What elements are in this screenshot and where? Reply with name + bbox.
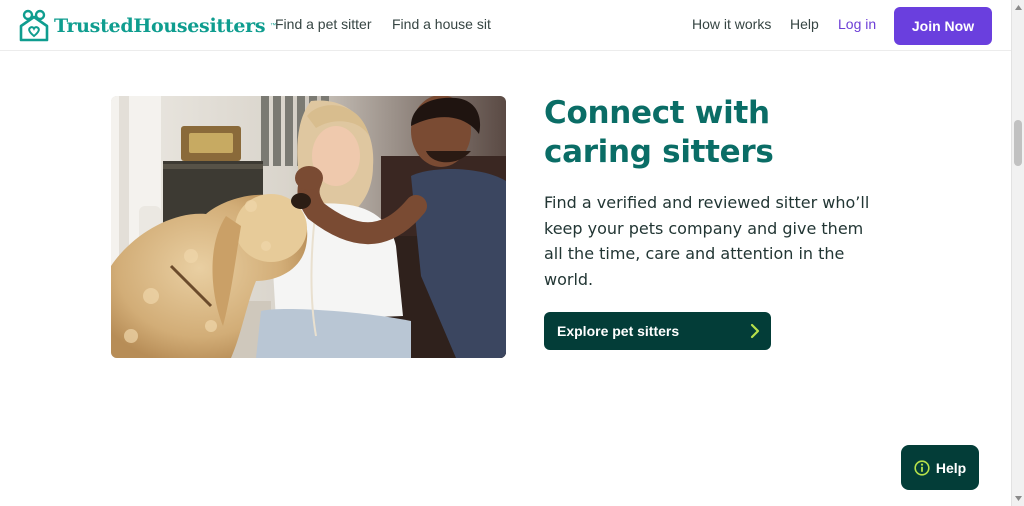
hero-photo-illustration xyxy=(111,96,506,358)
join-now-button[interactable]: Join Now xyxy=(894,7,992,45)
help-widget-label: Help xyxy=(935,459,967,476)
info-icon xyxy=(914,459,930,476)
explore-pet-sitters-button[interactable]: Explore pet sitters xyxy=(544,312,771,350)
scrollbar-thumb[interactable] xyxy=(1014,120,1022,166)
nav-find-pet-sitter[interactable]: Find a pet sitter xyxy=(275,16,372,32)
nav-log-in[interactable]: Log in xyxy=(838,16,876,32)
site-header: TrustedHousesitters ™ Find a pet sitter F… xyxy=(0,0,1011,51)
nav-how-it-works[interactable]: How it works xyxy=(692,16,771,32)
nav-find-house-sit[interactable]: Find a house sit xyxy=(392,16,491,32)
hero-headline: Connect with caring sitters xyxy=(544,95,774,170)
nav-help[interactable]: Help xyxy=(790,16,819,32)
house-pet-logo-icon xyxy=(19,9,49,42)
brand-logo[interactable]: TrustedHousesitters ™ xyxy=(18,9,276,42)
help-widget-button[interactable]: Help xyxy=(901,445,979,490)
scroll-up-arrow-icon[interactable] xyxy=(1014,3,1023,12)
brand-wordmark: TrustedHousesitters xyxy=(54,14,266,37)
chevron-right-icon xyxy=(750,323,760,339)
hero-photo xyxy=(111,96,506,358)
explore-pet-sitters-label: Explore pet sitters xyxy=(557,323,680,339)
hero-description: Find a verified and reviewed sitter who’… xyxy=(544,193,870,289)
scroll-down-arrow-icon[interactable] xyxy=(1014,494,1023,503)
page-scrollbar[interactable] xyxy=(1011,0,1024,506)
